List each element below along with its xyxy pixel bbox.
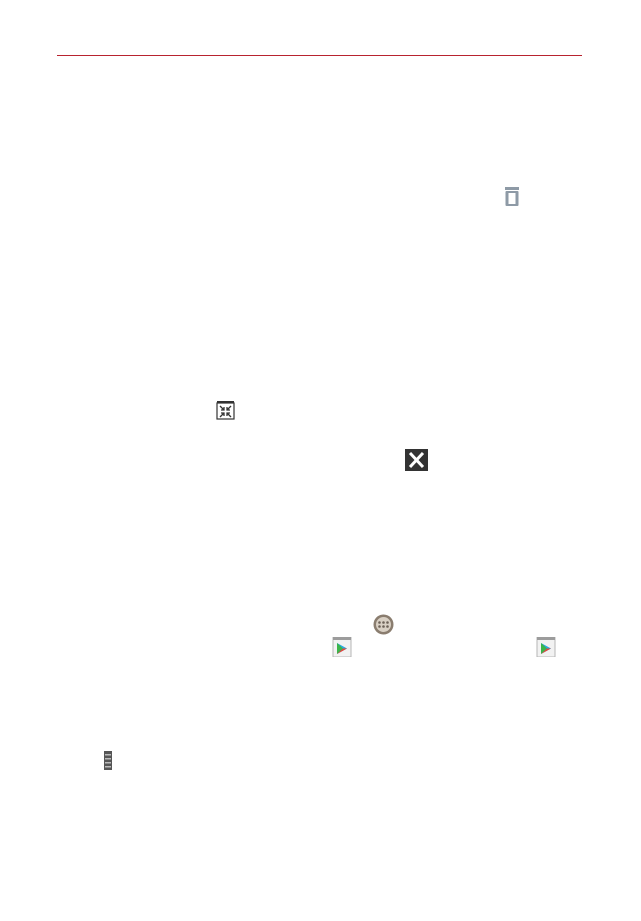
close-icon — [405, 449, 428, 471]
shrink-icon — [216, 401, 235, 420]
trash-icon — [503, 187, 521, 207]
menu-icon — [104, 751, 112, 770]
play-store-icon — [332, 637, 352, 657]
apps-icon — [373, 614, 394, 635]
header-rule — [57, 55, 582, 56]
play-store-icon — [536, 637, 556, 657]
